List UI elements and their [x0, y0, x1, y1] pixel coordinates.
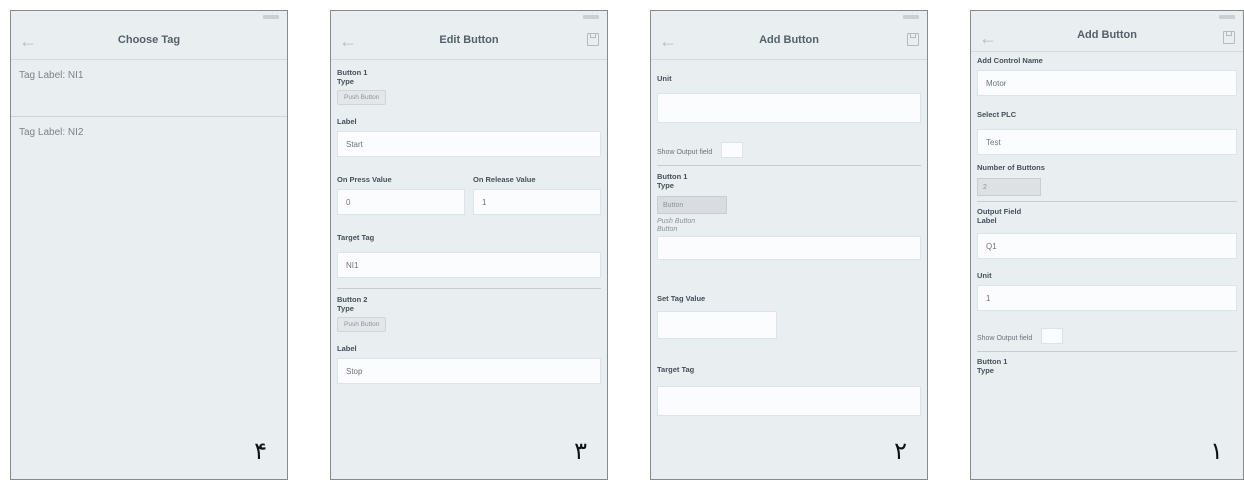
save-icon[interactable]: [907, 33, 919, 46]
on-press-label: On Press Value: [337, 175, 392, 184]
target-tag-input[interactable]: NI1: [337, 252, 601, 278]
unit-label: Unit: [977, 271, 992, 280]
screen-title: Add Button: [759, 34, 819, 46]
button-header: Button 1: [977, 357, 1008, 366]
label-input[interactable]: Start: [337, 131, 601, 157]
phone-screen-edit-button: ← Edit Button Button 1 Type Push Button …: [330, 10, 608, 480]
battery-icon: [263, 15, 279, 19]
status-bar: [331, 11, 607, 25]
on-release-input[interactable]: 1: [473, 189, 601, 215]
screen-title: Edit Button: [439, 34, 499, 46]
label-input[interactable]: Stop: [337, 358, 601, 384]
divider: [337, 288, 601, 289]
on-press-input[interactable]: 0: [337, 189, 465, 215]
dropdown-option[interactable]: Push Button: [657, 218, 921, 225]
target-tag-label: Target Tag: [657, 365, 695, 374]
divider: [977, 201, 1237, 202]
label-title: Label: [337, 344, 357, 353]
phone-screen-add-button-2: ← Add Button Unit Show Output field Butt…: [650, 10, 928, 480]
app-bar: ← Add Button: [651, 25, 927, 60]
control-name-input[interactable]: Motor: [977, 70, 1237, 96]
screen-title: Choose Tag: [117, 34, 181, 46]
label-title: Label: [337, 117, 357, 126]
output-field-header: Output Field: [977, 207, 1022, 216]
type-dropdown-selected[interactable]: Button: [657, 196, 727, 214]
type-dropdown[interactable]: Push Button: [337, 90, 387, 105]
status-bar: [651, 11, 927, 25]
button-header: Button 1: [657, 172, 688, 181]
type-label: Type: [977, 366, 994, 375]
number-of-buttons-dropdown[interactable]: 2: [977, 178, 1041, 196]
app-bar: ← Add Button: [971, 25, 1243, 52]
figure-number: ۱: [1210, 437, 1223, 465]
type-label: Type: [657, 181, 674, 190]
button-header: Button 2: [337, 295, 368, 304]
phone-screen-choose-tag: ← Choose Tag Tag Label: NI1 Tag Label: N…: [10, 10, 288, 480]
divider: [977, 351, 1237, 352]
show-output-label: Show Output field: [657, 149, 713, 156]
type-dropdown[interactable]: Push Button: [337, 317, 387, 332]
button-header: Button 1: [337, 68, 368, 77]
target-tag-label: Target Tag: [337, 233, 375, 242]
screen-title: Add Button: [1077, 29, 1137, 41]
select-plc-input[interactable]: Test: [977, 129, 1237, 155]
battery-icon: [903, 15, 919, 19]
select-plc-label: Select PLC: [977, 110, 1017, 119]
type-label: Type: [337, 304, 354, 313]
type-label: Type: [337, 77, 354, 86]
set-tag-value-label: Set Tag Value: [657, 294, 706, 303]
figure-number: ۴: [254, 437, 267, 465]
on-release-label: On Release Value: [473, 175, 536, 184]
figure-number: ۲: [894, 437, 907, 465]
status-bar: [971, 11, 1243, 25]
battery-icon: [583, 15, 599, 19]
set-tag-value-input[interactable]: [657, 311, 777, 339]
figure-number: ۳: [574, 437, 587, 465]
unit-input[interactable]: [657, 93, 921, 123]
tag-list-item[interactable]: Tag Label: NI1: [11, 60, 287, 117]
show-output-checkbox[interactable]: [1040, 327, 1063, 344]
app-bar: ← Edit Button: [331, 25, 607, 60]
label-input[interactable]: Q1: [977, 233, 1237, 259]
show-output-checkbox[interactable]: [720, 141, 743, 158]
tag-list-item[interactable]: Tag Label: NI2: [11, 117, 287, 138]
save-icon[interactable]: [1223, 31, 1235, 44]
target-tag-input[interactable]: [657, 386, 921, 416]
status-bar: [11, 11, 287, 25]
battery-icon: [1219, 15, 1235, 19]
save-icon[interactable]: [587, 33, 599, 46]
tag-list: Tag Label: NI1 Tag Label: NI2: [11, 60, 287, 138]
divider: [657, 165, 921, 166]
unit-label: Unit: [657, 74, 672, 83]
app-bar: ← Choose Tag: [11, 25, 287, 60]
unit-input[interactable]: 1: [977, 285, 1237, 311]
show-output-label: Show Output field: [977, 335, 1033, 342]
label-title: Label: [977, 216, 997, 225]
dropdown-option[interactable]: Button: [657, 226, 921, 233]
phone-screen-add-button-1: ← Add Button Add Control Name Motor Sele…: [970, 10, 1244, 480]
button-input[interactable]: [657, 236, 921, 260]
number-of-buttons-label: Number of Buttons: [977, 163, 1045, 172]
control-name-label: Add Control Name: [977, 56, 1043, 65]
